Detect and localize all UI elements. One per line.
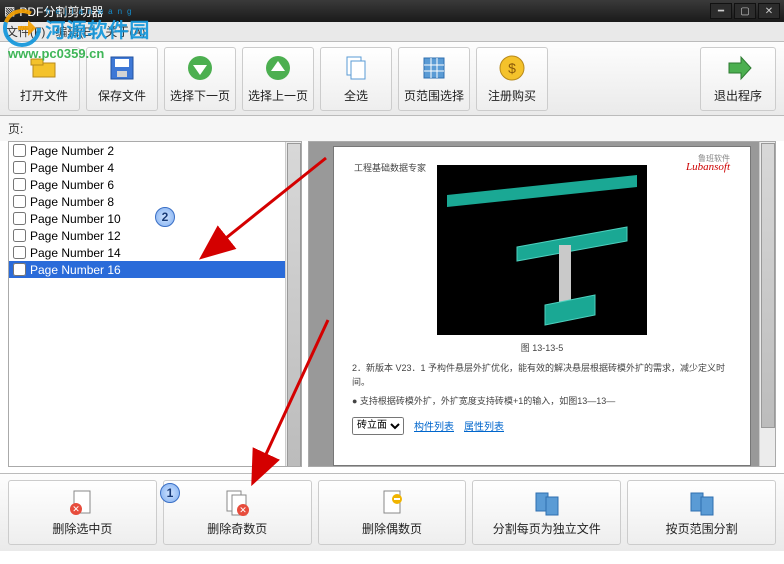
pages-label: 页: — [0, 116, 784, 141]
pages-stack-icon — [341, 53, 371, 83]
page-label: Page Number 6 — [30, 178, 114, 192]
save-file-label: 保存文件 — [98, 87, 146, 104]
watermark: hejianwang 河源软件园 www.pc0359.cn — [2, 8, 150, 61]
page-label: Page Number 8 — [30, 195, 114, 209]
page-checkbox[interactable] — [13, 246, 26, 259]
page-list-scrollbar[interactable] — [285, 142, 301, 466]
bottom-toolbar: ✕ 删除选中页 ✕ 删除奇数页 删除偶数页 分割每页为独立文件 按页范围分割 — [0, 473, 784, 551]
link-property-list[interactable]: 属性列表 — [464, 418, 504, 433]
page-checkbox[interactable] — [13, 144, 26, 157]
page-list-item[interactable]: Page Number 6 — [9, 176, 301, 193]
minimize-button[interactable]: ━ — [710, 3, 732, 19]
page-range-label: 页范围选择 — [404, 87, 464, 104]
split-range-button[interactable]: 按页范围分割 — [627, 480, 776, 545]
page-checkbox[interactable] — [13, 161, 26, 174]
select-brick-face[interactable]: 砖立面 — [352, 417, 404, 435]
bullet-1: 2．新版本 V23．1 予构件悬层外扩优化，能有效的解决悬层根据砖模外扩的需求，… — [352, 362, 732, 389]
main-area: Page Number 2 Page Number 4 Page Number 6 P… — [0, 141, 784, 473]
bullet-2: ● 支持根据砖模外扩，外扩宽度支持砖模+1的输入，如图13—13— — [352, 395, 732, 409]
watermark-url: www.pc0359.cn — [8, 46, 150, 61]
pdf-page-preview: 工程基础数据专家 鲁班软件 Lubansoft 图 13-13-5 2．新版本 … — [333, 146, 751, 466]
next-page-button[interactable]: 选择下一页 — [164, 47, 236, 111]
page-checkbox[interactable] — [13, 212, 26, 225]
delete-selected-label: 删除选中页 — [52, 520, 112, 537]
watermark-name: 河源软件园 — [45, 14, 150, 43]
annotation-badge-1: 1 — [160, 483, 180, 503]
select-all-label: 全选 — [344, 87, 368, 104]
arrow-down-green-icon — [185, 53, 215, 83]
preview-panel: 工程基础数据专家 鲁班软件 Lubansoft 图 13-13-5 2．新版本 … — [308, 141, 776, 467]
split-each-label: 分割每页为独立文件 — [493, 520, 601, 537]
page-delete-icon: ✕ — [68, 488, 96, 516]
link-component-list[interactable]: 构件列表 — [414, 418, 454, 433]
page-delete-odd-icon: ✕ — [223, 488, 251, 516]
page-label: Page Number 10 — [30, 212, 121, 226]
exit-label: 退出程序 — [714, 87, 762, 104]
watermark-logo-icon — [2, 8, 42, 48]
split-each-button[interactable]: 分割每页为独立文件 — [472, 480, 621, 545]
select-all-button[interactable]: 全选 — [320, 47, 392, 111]
page-list-item[interactable]: Page Number 16 — [9, 261, 301, 278]
page-list[interactable]: Page Number 2 Page Number 4 Page Number 6 P… — [8, 141, 302, 467]
register-label: 注册购买 — [488, 87, 536, 104]
delete-selected-button[interactable]: ✕ 删除选中页 — [8, 480, 157, 545]
close-button[interactable]: ✕ — [758, 3, 780, 19]
page-label: Page Number 12 — [30, 229, 121, 243]
page-checkbox[interactable] — [13, 178, 26, 191]
pages-split-icon — [533, 488, 561, 516]
page-label: Page Number 4 — [30, 161, 114, 175]
exit-button[interactable]: 退出程序 — [700, 47, 776, 111]
page-header: 工程基础数据专家 — [354, 161, 426, 174]
delete-odd-label: 删除奇数页 — [207, 520, 267, 537]
delete-odd-button[interactable]: ✕ 删除奇数页 — [163, 480, 312, 545]
split-range-label: 按页范围分割 — [666, 520, 738, 537]
preview-scrollbar[interactable] — [759, 142, 775, 466]
page-list-item[interactable]: Page Number 14 — [9, 244, 301, 261]
page-label: Page Number 2 — [30, 144, 114, 158]
next-page-label: 选择下一页 — [170, 87, 230, 104]
svg-text:$: $ — [508, 60, 516, 76]
arrow-up-green-icon — [263, 53, 293, 83]
arrow-right-green-icon — [723, 53, 753, 83]
figure-caption: 图 13-13-5 — [352, 341, 732, 354]
page-range-button[interactable]: 页范围选择 — [398, 47, 470, 111]
page-list-item[interactable]: Page Number 4 — [9, 159, 301, 176]
delete-even-button[interactable]: 删除偶数页 — [318, 480, 467, 545]
page-diagram — [437, 165, 647, 335]
maximize-button[interactable]: ▢ — [734, 3, 756, 19]
page-checkbox[interactable] — [13, 195, 26, 208]
page-checkbox[interactable] — [13, 229, 26, 242]
page-label: Page Number 14 — [30, 246, 121, 260]
pages-range-split-icon — [688, 488, 716, 516]
page-list-item[interactable]: Page Number 2 — [9, 142, 301, 159]
register-button[interactable]: $ 注册购买 — [476, 47, 548, 111]
delete-even-label: 删除偶数页 — [362, 520, 422, 537]
svg-text:✕: ✕ — [73, 504, 81, 514]
annotation-badge-2: 2 — [155, 207, 175, 227]
open-file-label: 打开文件 — [20, 87, 68, 104]
watermark-pinyin: hejianwang — [46, 7, 136, 16]
page-list-item[interactable]: Page Number 8 — [9, 193, 301, 210]
prev-page-button[interactable]: 选择上一页 — [242, 47, 314, 111]
page-label: Page Number 16 — [30, 263, 121, 277]
page-delete-even-icon — [378, 488, 406, 516]
grid-icon — [419, 53, 449, 83]
prev-page-label: 选择上一页 — [248, 87, 308, 104]
svg-text:✕: ✕ — [239, 505, 247, 515]
coin-icon: $ — [497, 53, 527, 83]
page-checkbox[interactable] — [13, 263, 26, 276]
brand-en: Lubansoft — [686, 161, 730, 173]
page-list-item[interactable]: Page Number 12 — [9, 227, 301, 244]
